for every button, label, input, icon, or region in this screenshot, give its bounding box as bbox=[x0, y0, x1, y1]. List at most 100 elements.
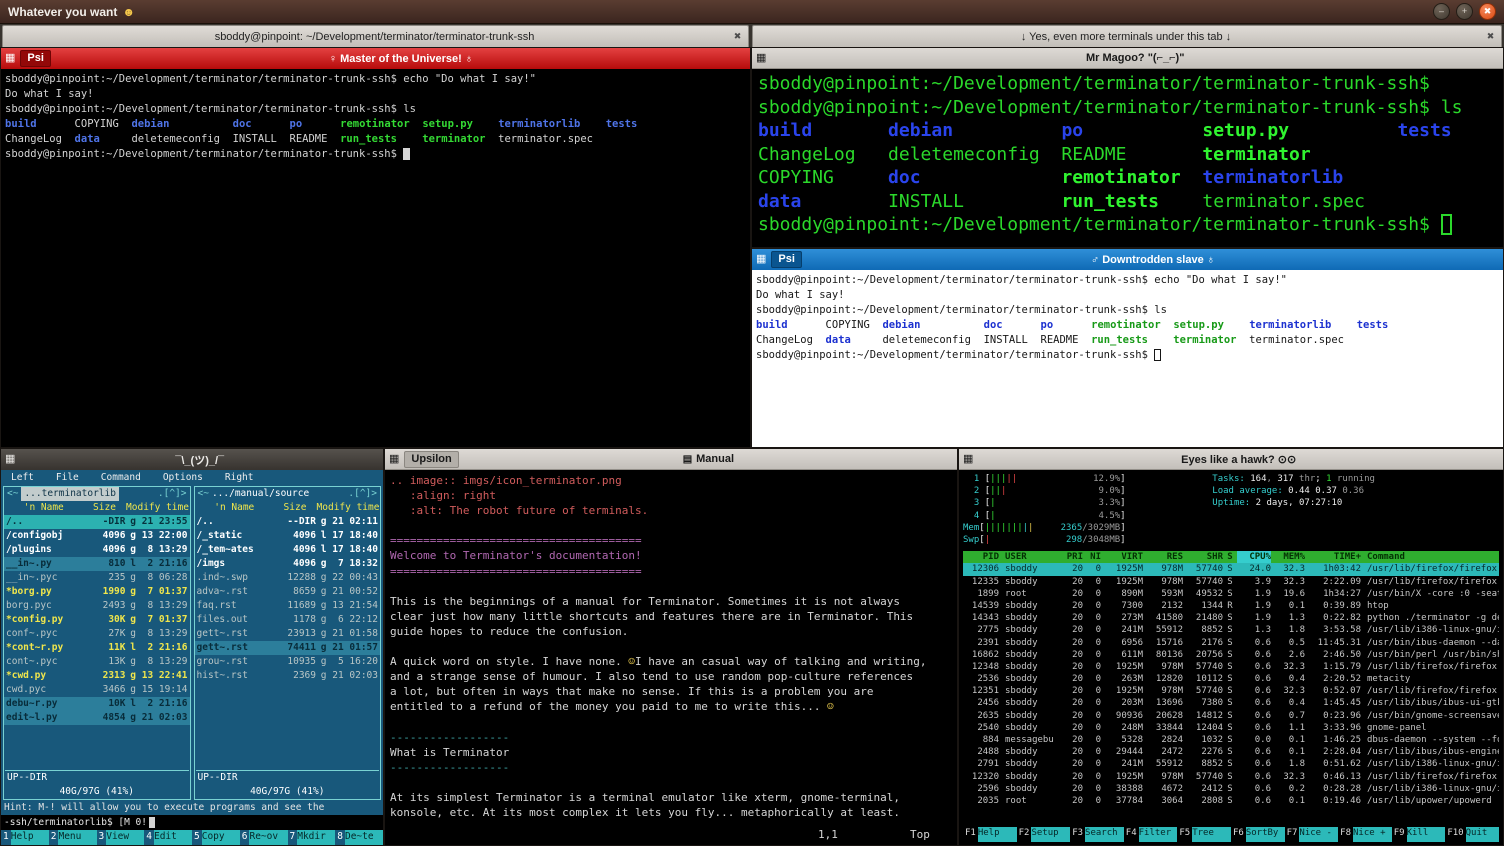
window-titlebar[interactable]: Whatever you want ☻ – + ✖ bbox=[0, 0, 1504, 24]
process-row[interactable]: 2635sboddy200909362062814812S0.60.70:23.… bbox=[963, 710, 1499, 722]
mc-left-path[interactable]: <~ ...terminatorlib .[^]> bbox=[4, 487, 190, 501]
tab-close-icon[interactable]: ✖ bbox=[1483, 29, 1498, 44]
mc-file-row[interactable]: __in~.pyc235g 8 06:28 bbox=[4, 571, 190, 585]
terminal-titlebar-mc[interactable]: ▦ ¯\_(ツ)_/¯ bbox=[1, 449, 383, 470]
mc-file-row[interactable]: /_tem~ates4096l 17 18:40 bbox=[195, 543, 381, 557]
htop-screen[interactable]: 1 [||||| 12.9%] Tasks: 164, 317 thr; 1 r… bbox=[959, 470, 1503, 845]
process-row[interactable]: 884messagebu200532828241032S0.00.11:46.2… bbox=[963, 734, 1499, 746]
fkey-copy[interactable]: 5Copy bbox=[192, 830, 240, 845]
process-row[interactable]: 2775sboddy200241M559128852S1.31.83:53.58… bbox=[963, 624, 1499, 636]
fkey-search[interactable]: F3Search bbox=[1070, 827, 1124, 842]
process-row[interactable]: 2791sboddy200241M559128852S0.61.80:51.62… bbox=[963, 758, 1499, 770]
fkey-quit[interactable]: F10Quit bbox=[1445, 827, 1499, 842]
mc-column-headers[interactable]: 'n Name Size Modify time bbox=[4, 501, 190, 515]
mc-screen[interactable]: LeftFileCommandOptionsRight <~ ...termin… bbox=[1, 470, 383, 845]
fkey-sortby[interactable]: F6SortBy bbox=[1231, 827, 1285, 842]
fkey-nice-[interactable]: F7Nice - bbox=[1285, 827, 1339, 842]
mc-file-row[interactable]: gett~.rst23913g 21 01:58 bbox=[195, 627, 381, 641]
mc-menu-right[interactable]: Right bbox=[225, 471, 254, 485]
terminal-screen-magoo[interactable]: sboddy@pinpoint:~/Development/terminator… bbox=[752, 69, 1503, 247]
fkey-filter[interactable]: F4Filter bbox=[1124, 827, 1178, 842]
col-mtime[interactable]: Modify time bbox=[316, 501, 380, 515]
fkey-help[interactable]: 1Help bbox=[1, 830, 49, 845]
mc-shell-prompt[interactable]: -ssh/terminatorlib$ [M 0! bbox=[1, 815, 383, 830]
fkey-setup[interactable]: F2Setup bbox=[1017, 827, 1071, 842]
mc-file-row[interactable]: *borg.py1990g 7 01:37 bbox=[4, 585, 190, 599]
fkey-re-ov[interactable]: 6Re~ov bbox=[240, 830, 288, 845]
fkey-menu[interactable]: 2Menu bbox=[49, 830, 97, 845]
col-name[interactable]: 'n Name bbox=[195, 501, 275, 515]
mc-file-row[interactable]: gett~.rst74411g 21 01:57 bbox=[195, 641, 381, 655]
process-row[interactable]: 2035root2003778430642808S0.60.10:19.46/u… bbox=[963, 795, 1499, 807]
terminal-titlebar-master[interactable]: ▦ Psi ♀ Master of the Universe! ♁ bbox=[1, 48, 750, 69]
terminal-titlebar-slave[interactable]: ▦ Psi ♂ Downtrodden slave ♁ bbox=[752, 249, 1503, 270]
mc-menu-command[interactable]: Command bbox=[101, 471, 141, 485]
mc-menu-file[interactable]: File bbox=[56, 471, 79, 485]
fkey-edit[interactable]: 4Edit bbox=[144, 830, 192, 845]
process-row[interactable]: 2456sboddy200203M136967380S0.60.41:45.45… bbox=[963, 697, 1499, 709]
tab-left-terminals[interactable]: sboddy@pinpoint: ~/Development/terminato… bbox=[2, 25, 749, 47]
col-size[interactable]: Size bbox=[84, 501, 126, 515]
mc-file-row[interactable]: /plugins4096g 8 13:29 bbox=[4, 543, 190, 557]
process-row[interactable]: 14539sboddy200730021321344R1.90.10:39.89… bbox=[963, 600, 1499, 612]
mc-file-row[interactable]: edit~l.py4854g 21 02:03 bbox=[4, 711, 190, 725]
process-row[interactable]: 2596sboddy2003838846722412S0.60.20:28.28… bbox=[963, 783, 1499, 795]
terminal-titlebar-manual[interactable]: ▦ Upsilon ▤Manual bbox=[385, 449, 957, 470]
htop-table-header[interactable]: PIDUSERPRINIVIRTRESSHRSCPU%MEM%TIME+Comm… bbox=[963, 551, 1499, 563]
col-mtime[interactable]: Modify time bbox=[126, 501, 190, 515]
col-size[interactable]: Size bbox=[274, 501, 316, 515]
mc-file-row[interactable]: /_static4096l 17 18:40 bbox=[195, 529, 381, 543]
terminal-screen-master[interactable]: sboddy@pinpoint:~/Development/terminator… bbox=[1, 69, 750, 447]
process-row[interactable]: 2540sboddy200248M3384412404S0.61.13:33.9… bbox=[963, 722, 1499, 734]
mc-file-row[interactable]: .ind~.swp12288g 22 00:43 bbox=[195, 571, 381, 585]
process-row[interactable]: 12306sboddy2001925M978M57740S24.032.31h0… bbox=[963, 563, 1499, 575]
mc-file-row[interactable]: *config.py30Kg 7 01:37 bbox=[4, 613, 190, 627]
mc-right-path[interactable]: <~ .../manual/source .[^]> bbox=[195, 487, 381, 501]
process-row[interactable]: 14343sboddy200273M4158021480S1.91.30:22.… bbox=[963, 612, 1499, 624]
process-row[interactable]: 16862sboddy200611M8013620756S0.62.62:46.… bbox=[963, 649, 1499, 661]
mc-file-row[interactable]: debu~r.py10Kl 2 21:16 bbox=[4, 697, 190, 711]
group-button-upsilon[interactable]: Upsilon bbox=[404, 451, 458, 468]
group-button-psi[interactable]: Psi bbox=[771, 251, 802, 268]
mc-file-row[interactable]: /..--DIRg 21 02:11 bbox=[195, 515, 381, 529]
terminal-titlebar-htop[interactable]: ▦ Eyes like a hawk? ⊙⊙ bbox=[959, 449, 1503, 470]
mc-file-row[interactable]: *cwd.py2313g 13 22:41 bbox=[4, 669, 190, 683]
process-row[interactable]: 12335sboddy2001925M978M57740S3.932.32:22… bbox=[963, 576, 1499, 588]
mc-column-headers[interactable]: 'n Name Size Modify time bbox=[195, 501, 381, 515]
mc-file-row[interactable]: cont~.pyc13Kg 8 13:29 bbox=[4, 655, 190, 669]
terminal-titlebar-magoo[interactable]: ▦ Mr Magoo? "(⌐_⌐)" bbox=[752, 48, 1503, 69]
terminal-screen-manual[interactable]: .. image:: imgs/icon_terminator.png :ali… bbox=[385, 470, 957, 845]
mc-file-row[interactable]: *cont~r.py11Kl 2 21:16 bbox=[4, 641, 190, 655]
htop-header-row[interactable]: PIDUSERPRINIVIRTRESSHRSCPU%MEM%TIME+Comm… bbox=[963, 551, 1499, 563]
close-button[interactable]: ✖ bbox=[1479, 3, 1496, 20]
process-row[interactable]: 12348sboddy2001925M978M57740S0.632.31:15… bbox=[963, 661, 1499, 673]
process-row[interactable]: 12320sboddy2001925M978M57740S0.632.30:46… bbox=[963, 771, 1499, 783]
process-row[interactable]: 2488sboddy2002944424722276S0.60.12:28.04… bbox=[963, 746, 1499, 758]
terminal-title[interactable]: Mr Magoo? "(⌐_⌐)" bbox=[771, 52, 1499, 64]
fkey-nice-[interactable]: F8Nice + bbox=[1338, 827, 1392, 842]
mc-file-row[interactable]: grou~.rst10935g 5 16:20 bbox=[195, 655, 381, 669]
mc-file-row[interactable]: borg.pyc2493g 8 13:29 bbox=[4, 599, 190, 613]
mc-file-row[interactable]: /configobj4096g 13 22:00 bbox=[4, 529, 190, 543]
mc-file-row[interactable]: files.out1178g 6 22:12 bbox=[195, 613, 381, 627]
mc-menu-left[interactable]: Left bbox=[11, 471, 34, 485]
mc-file-row[interactable]: hist~.rst2369g 21 02:03 bbox=[195, 669, 381, 683]
fkey-de-te[interactable]: 8De~te bbox=[335, 830, 383, 845]
col-name[interactable]: 'n Name bbox=[4, 501, 84, 515]
mc-file-row[interactable]: conf~.pyc27Kg 8 13:29 bbox=[4, 627, 190, 641]
maximize-button[interactable]: + bbox=[1456, 3, 1473, 20]
fkey-tree[interactable]: F5Tree bbox=[1177, 827, 1231, 842]
fkey-mkdir[interactable]: 7Mkdir bbox=[288, 830, 336, 845]
group-button-psi[interactable]: Psi bbox=[20, 50, 51, 67]
process-row[interactable]: 12351sboddy2001925M978M57740S0.632.30:52… bbox=[963, 685, 1499, 697]
process-row[interactable]: 2391sboddy2006956157162176S0.60.511:45.3… bbox=[963, 637, 1499, 649]
mc-file-row[interactable]: /..-DIRg 21 23:55 bbox=[4, 515, 190, 529]
process-row[interactable]: 1899root200890M593M49532S1.919.61h34:27/… bbox=[963, 588, 1499, 600]
tab-close-icon[interactable]: ✖ bbox=[730, 29, 745, 44]
minimize-button[interactable]: – bbox=[1433, 3, 1450, 20]
terminal-screen-slave[interactable]: sboddy@pinpoint:~/Development/terminator… bbox=[752, 270, 1503, 447]
tab-right-terminals[interactable]: ↓ Yes, even more terminals under this ta… bbox=[752, 25, 1502, 47]
fkey-kill[interactable]: F9Kill bbox=[1392, 827, 1446, 842]
fkey-help[interactable]: F1Help bbox=[963, 827, 1017, 842]
mc-file-row[interactable]: __in~.py810l 2 21:16 bbox=[4, 557, 190, 571]
